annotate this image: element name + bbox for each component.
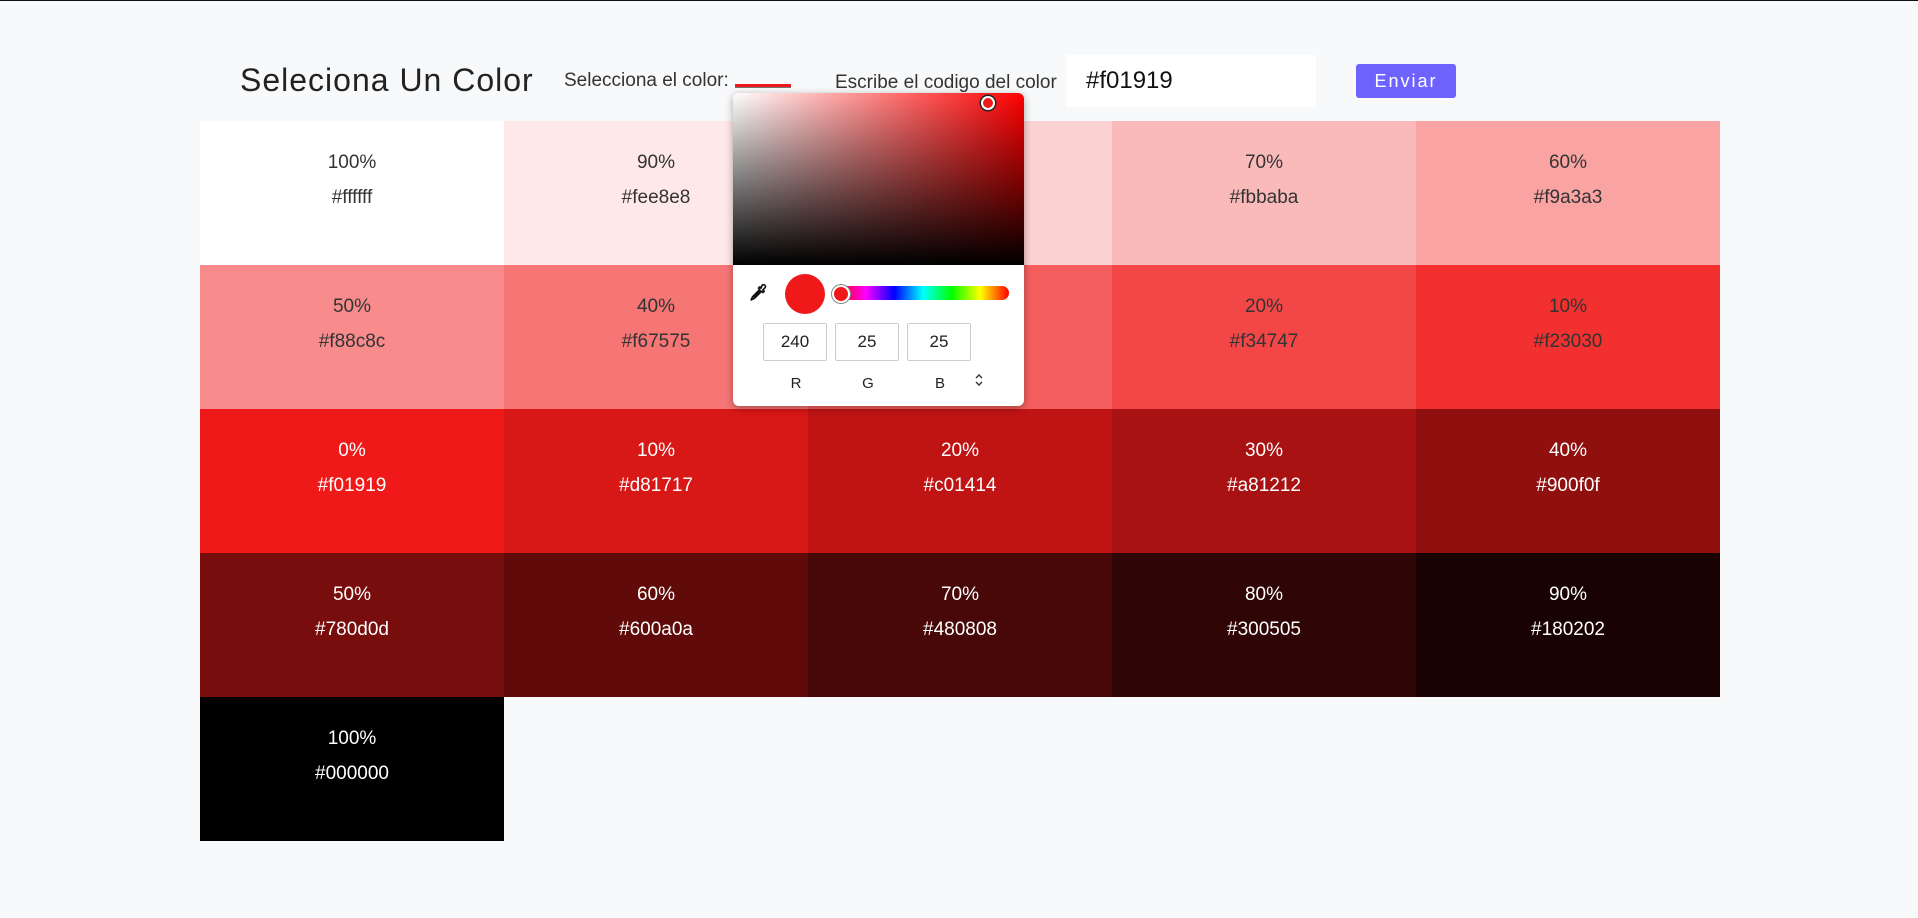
top-border (0, 0, 1918, 1)
swatch-percent: 100% (327, 728, 377, 749)
swatch-hex: #ffffff (331, 187, 373, 208)
swatch-cell[interactable]: 100% #ffffff (200, 121, 504, 265)
color-picker-popup: R G B (733, 93, 1024, 406)
swatch-hex: #780d0d (315, 619, 389, 640)
hue-slider[interactable] (837, 286, 1009, 300)
swatch-hex: #300505 (1227, 619, 1301, 640)
swatch-percent: 50% (332, 296, 372, 317)
color-preview-swatch (785, 274, 825, 314)
swatch-hex: #c01414 (923, 475, 997, 496)
swatch-percent: 10% (636, 440, 676, 461)
swatch-percent: 90% (636, 152, 676, 173)
color-code-input[interactable] (1066, 55, 1316, 107)
swatch-percent: 70% (1244, 152, 1284, 173)
swatch-cell[interactable]: 30% #a81212 (1112, 409, 1416, 553)
swatch-cell[interactable]: 50% #f88c8c (200, 265, 504, 409)
swatch-hex: #600a0a (619, 619, 693, 640)
swatch-percent: 90% (1548, 584, 1588, 605)
swatch-hex: #f23030 (1533, 331, 1603, 352)
swatch-cell[interactable]: 0% #f01919 (200, 409, 504, 553)
swatch-hex: #a81212 (1227, 475, 1301, 496)
swatch-cell[interactable]: 70% #480808 (808, 553, 1112, 697)
swatch-percent: 70% (940, 584, 980, 605)
swatch-hex: #d81717 (619, 475, 693, 496)
swatch-percent: 30% (1244, 440, 1284, 461)
swatch-cell[interactable]: 50% #780d0d (200, 553, 504, 697)
swatch-cell[interactable]: 20% #c01414 (808, 409, 1112, 553)
swatch-percent: 10% (1548, 296, 1588, 317)
green-input[interactable] (835, 323, 899, 361)
swatch-hex: #f01919 (317, 475, 387, 496)
swatch-percent: 40% (636, 296, 676, 317)
swatch-percent: 0% (338, 440, 366, 461)
page-title: Seleciona Un Color (240, 62, 534, 98)
green-label: G (862, 375, 874, 392)
hue-slider-handle[interactable] (832, 285, 850, 303)
swatch-percent: 60% (636, 584, 676, 605)
swatch-hex: #f9a3a3 (1533, 187, 1603, 208)
swatch-cell[interactable]: 10% #d81717 (504, 409, 808, 553)
blue-input[interactable] (907, 323, 971, 361)
color-code-label: Escribe el codigo del color (835, 72, 1057, 93)
swatch-cell[interactable]: 100% #000000 (200, 697, 504, 841)
swatch-cell[interactable]: 10% #f23030 (1416, 265, 1720, 409)
swatch-hex: #180202 (1531, 619, 1605, 640)
color-picker-label: Selecciona el color: (564, 70, 729, 91)
red-label: R (790, 375, 802, 392)
swatch-cell[interactable]: 60% #f9a3a3 (1416, 121, 1720, 265)
swatch-percent: 40% (1548, 440, 1588, 461)
swatch-percent: 80% (1244, 584, 1284, 605)
swatch-percent: 60% (1548, 152, 1588, 173)
swatch-cell[interactable]: 80% #300505 (1112, 553, 1416, 697)
swatch-hex: #f88c8c (318, 331, 386, 352)
swatch-percent: 100% (327, 152, 377, 173)
swatch-percent: 20% (940, 440, 980, 461)
color-picker-input[interactable] (735, 84, 791, 88)
saturation-value-area[interactable] (733, 93, 1024, 265)
swatch-cell[interactable]: 90% #180202 (1416, 553, 1720, 697)
swatch-hex: #fbbaba (1229, 187, 1299, 208)
swatch-percent: 50% (332, 584, 372, 605)
send-button[interactable]: Enviar (1356, 64, 1456, 98)
swatch-hex: #f34747 (1229, 331, 1299, 352)
red-input[interactable] (763, 323, 827, 361)
blue-label: B (934, 375, 945, 392)
saturation-value-handle[interactable] (981, 96, 995, 110)
chevron-up-down-icon[interactable] (973, 372, 985, 388)
eyedropper-icon[interactable] (747, 282, 769, 304)
swatch-hex: #000000 (315, 763, 389, 784)
swatch-hex: #fee8e8 (621, 187, 691, 208)
swatch-percent: 20% (1244, 296, 1284, 317)
swatch-hex: #900f0f (1536, 475, 1600, 496)
swatch-hex: #f67575 (621, 331, 691, 352)
swatch-cell[interactable]: 70% #fbbaba (1112, 121, 1416, 265)
swatch-cell[interactable]: 60% #600a0a (504, 553, 808, 697)
swatch-cell[interactable]: 40% #900f0f (1416, 409, 1720, 553)
swatch-cell[interactable]: 20% #f34747 (1112, 265, 1416, 409)
swatch-hex: #480808 (923, 619, 997, 640)
